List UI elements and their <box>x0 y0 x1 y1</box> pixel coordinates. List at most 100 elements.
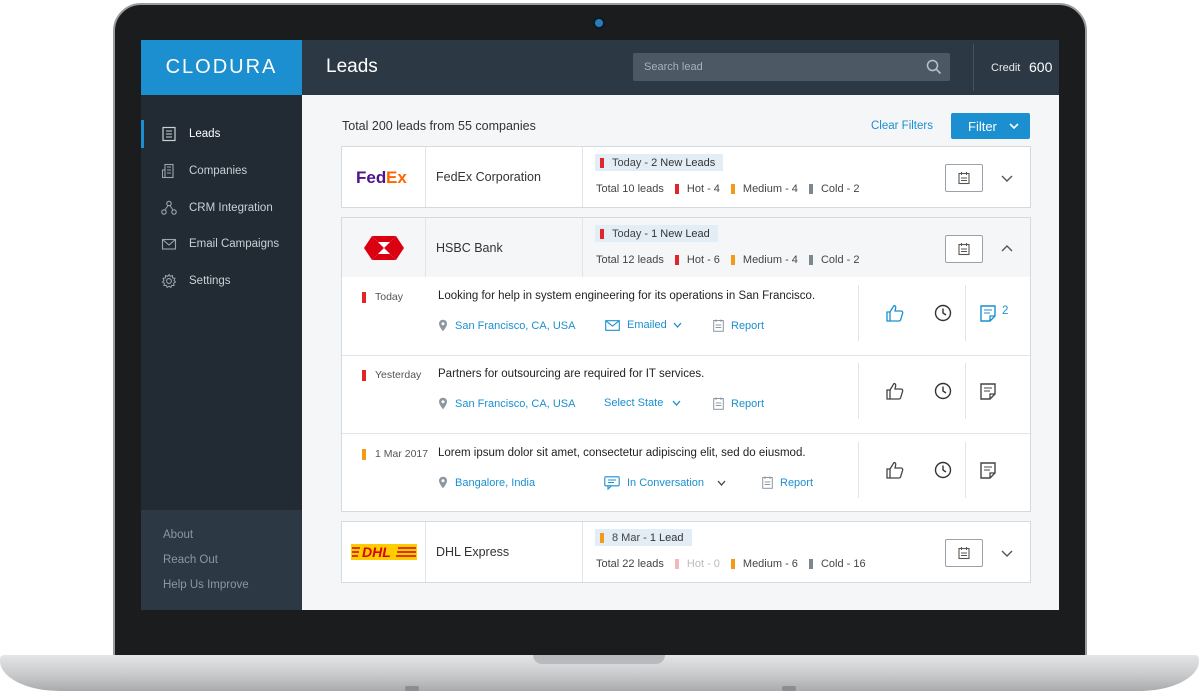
sidebar-item-label: Leads <box>189 128 221 140</box>
report-icon <box>713 319 724 332</box>
report-icon <box>762 476 773 489</box>
sidebar-item-label: Email Campaigns <box>189 238 280 250</box>
hot-count-group: Hot - 4 <box>674 183 720 195</box>
map-pin-icon <box>439 397 447 410</box>
brand-logo[interactable]: CLODURA <box>141 40 302 95</box>
search-box[interactable] <box>633 53 950 81</box>
filter-button[interactable]: Filter <box>951 113 1030 139</box>
sidebar-item-crm-integration[interactable]: CRM Integration <box>141 194 302 222</box>
total-leads: Total 22 leads <box>596 558 664 570</box>
company-name: DHL Express <box>436 545 510 559</box>
app-screen: CLODURA Leads Credit 600 Leads <box>141 40 1059 610</box>
cold-count: Cold - 16 <box>820 558 866 570</box>
sidebar-item-settings[interactable]: Settings <box>141 267 302 295</box>
medium-count: Medium - 4 <box>742 183 798 195</box>
about-link[interactable]: About <box>163 529 193 541</box>
cold-count: Cold - 2 <box>820 254 860 266</box>
priority-marker <box>362 369 366 381</box>
company-logo-cell: DHL <box>342 522 426 582</box>
report-text: Report <box>731 319 765 332</box>
clock-icon[interactable] <box>933 381 953 401</box>
notes-icon[interactable] <box>978 381 998 401</box>
clock-icon[interactable] <box>933 303 953 323</box>
lead-location[interactable]: San Francisco, CA, USA <box>438 397 575 410</box>
thumbs-up-icon[interactable] <box>885 381 905 401</box>
lead-age: Today <box>362 291 403 303</box>
chevron-up-icon[interactable] <box>1000 243 1014 255</box>
lead-description: Looking for help in system engineering f… <box>438 290 816 302</box>
schedule-button[interactable] <box>945 539 983 567</box>
actions-divider <box>858 363 859 419</box>
chevron-down-icon[interactable] <box>1000 172 1014 184</box>
clock-icon[interactable] <box>933 460 953 480</box>
actions-divider <box>965 285 966 341</box>
search-input[interactable] <box>633 53 913 81</box>
sidebar-item-leads[interactable]: Leads <box>141 120 302 148</box>
thumbs-up-icon[interactable] <box>885 303 905 323</box>
chevron-down-icon <box>717 480 726 486</box>
medium-count: Medium - 4 <box>742 254 798 266</box>
topbar-divider <box>973 44 974 91</box>
company-card-hsbc[interactable]: HSBC Bank Today - 1 New Lead Total 12 le… <box>341 217 1031 279</box>
tag-count: 1 Lead <box>649 531 684 544</box>
actions-divider <box>858 285 859 341</box>
hot-marker <box>674 255 679 265</box>
building-icon <box>162 163 174 179</box>
lead-status-dropdown[interactable]: In Conversation <box>604 476 726 490</box>
notes-icon[interactable] <box>978 303 998 323</box>
lead-age-label: Today <box>375 291 404 303</box>
reach-out-link[interactable]: Reach Out <box>163 554 218 566</box>
report-link[interactable]: Report <box>713 397 764 410</box>
lead-location[interactable]: San Francisco, CA, USA <box>438 319 575 332</box>
cold-marker <box>808 184 813 194</box>
medium-marker <box>730 255 735 265</box>
search-icon[interactable] <box>926 59 942 75</box>
chevron-down-icon <box>1009 123 1019 130</box>
lead-age-label: Yesterday <box>375 369 422 381</box>
lead-row[interactable]: 1 Mar 2017 Lorem ipsum dolor sit amet, c… <box>342 434 1030 513</box>
actions-divider <box>858 442 859 498</box>
report-link[interactable]: Report <box>713 319 764 332</box>
list-icon <box>162 126 176 142</box>
dhl-logo: DHL <box>350 544 417 560</box>
total-leads: Total 10 leads <box>596 183 664 195</box>
company-card-dhl[interactable]: DHL DHL Express 8 Mar - 1 Lead Total 22 … <box>341 521 1031 583</box>
hot-count: Hot - 4 <box>686 183 720 195</box>
notes-icon[interactable] <box>978 460 998 480</box>
report-text: Report <box>731 397 765 410</box>
medium-count-group: Medium - 4 <box>730 183 798 195</box>
hot-marker <box>674 184 679 194</box>
top-bar: Leads Credit 600 <box>302 40 1059 95</box>
lead-status-dropdown[interactable]: Emailed <box>605 319 682 331</box>
medium-count-group: Medium - 4 <box>730 254 798 266</box>
cold-count: Cold - 2 <box>820 183 860 195</box>
location-text: San Francisco, CA, USA <box>455 319 576 332</box>
help-us-improve-link[interactable]: Help Us Improve <box>163 579 249 591</box>
schedule-button[interactable] <box>945 235 983 263</box>
company-card-fedex[interactable]: Fed Ex FedEx Corporation Today - 2 New L… <box>341 146 1031 208</box>
lead-stats: Total 22 leads Hot - 0 Medium - 6 Cold -… <box>596 558 877 570</box>
sidebar-item-companies[interactable]: Companies <box>141 157 302 185</box>
actions-divider <box>965 363 966 419</box>
credit-value: 600 <box>1029 59 1053 75</box>
lead-location[interactable]: Bangalore, India <box>438 476 535 489</box>
schedule-button[interactable] <box>945 164 983 192</box>
company-logo-cell <box>342 218 426 278</box>
chevron-down-icon[interactable] <box>1000 547 1014 559</box>
location-text: Bangalore, India <box>455 476 536 489</box>
notes-count: 2 <box>1002 305 1009 317</box>
map-pin-icon <box>439 476 447 489</box>
lead-row[interactable]: Yesterday Partners for outsourcing are r… <box>342 355 1030 434</box>
calendar-icon <box>958 172 970 185</box>
sidebar-item-email-campaigns[interactable]: Email Campaigns <box>141 230 302 258</box>
tag-count: 1 New Lead <box>651 227 710 240</box>
lead-status-dropdown[interactable]: Select State <box>604 397 681 409</box>
new-leads-tag: Today - 2 New Leads <box>595 154 724 171</box>
clear-filters-link[interactable]: Clear Filters <box>871 120 933 132</box>
tag-day: Today - <box>612 227 649 240</box>
thumbs-up-icon[interactable] <box>885 460 905 480</box>
calendar-icon <box>958 547 970 560</box>
status-text: Select State <box>604 397 664 409</box>
lead-row[interactable]: Today Looking for help in system enginee… <box>342 277 1030 356</box>
report-link[interactable]: Report <box>762 476 813 489</box>
